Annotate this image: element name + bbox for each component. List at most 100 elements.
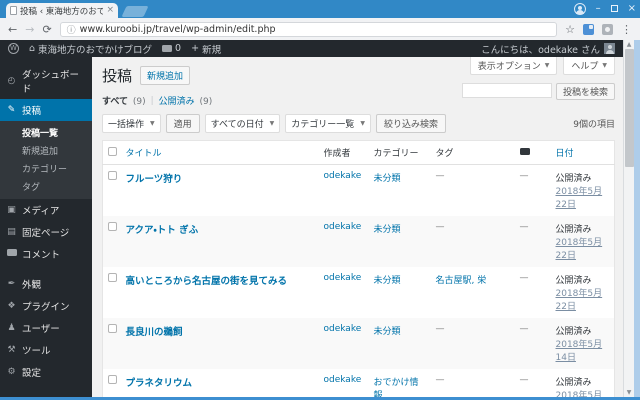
post-date-link[interactable]: 2018年5月22日 xyxy=(556,238,603,261)
post-author-link[interactable]: odekake xyxy=(324,273,362,283)
date-filter-select[interactable]: すべての日付 ▼ xyxy=(204,114,281,133)
no-comments-dash: — xyxy=(519,324,529,334)
select-row-checkbox[interactable] xyxy=(108,375,117,384)
bulk-actions-select[interactable]: 一括操作 ▼ xyxy=(102,114,161,133)
wp-admin-bar: W ⌂ 東海地方のおでかけブログ 0 + 新規 こんにちは、odekake さん xyxy=(0,40,623,57)
tab-title: 投稿 ‹ 東海地方のおでかけ xyxy=(20,6,104,17)
chevron-down-icon: ▼ xyxy=(544,62,550,69)
user-avatar xyxy=(604,43,615,54)
screenshot-extension-icon[interactable] xyxy=(602,23,613,35)
scroll-up-icon[interactable]: ▲ xyxy=(627,40,632,49)
maximize-button[interactable] xyxy=(610,5,618,12)
post-status: 公開済み xyxy=(555,378,592,388)
submenu-item-タグ[interactable]: タグ xyxy=(0,177,92,195)
post-row: アクア・トト ぎふ odekake 未分類 — — 公開済み 2018年5月22日 xyxy=(102,216,615,267)
post-date-link[interactable]: 2018年5月22日 xyxy=(556,289,603,312)
admin-bar-site-name[interactable]: ⌂ 東海地方のおでかけブログ xyxy=(29,42,152,56)
close-button[interactable]: × xyxy=(628,3,636,14)
post-category-link[interactable]: 未分類 xyxy=(374,327,401,337)
site-info-icon[interactable]: ⓘ xyxy=(67,23,76,36)
help-button[interactable]: ヘルプ ▼ xyxy=(563,57,615,75)
reload-icon[interactable]: ⟳ xyxy=(42,24,51,35)
post-author-link[interactable]: odekake xyxy=(324,375,362,385)
apply-button[interactable]: 適用 xyxy=(165,114,200,133)
screen-options-button[interactable]: 表示オプション ▼ xyxy=(469,57,558,75)
minimize-button[interactable]: – xyxy=(596,3,601,14)
post-title-link[interactable]: 高いところから名古屋の街を見てみる xyxy=(126,276,288,287)
admin-bar-greeting[interactable]: こんにちは、odekake さん xyxy=(481,42,600,56)
select-row-checkbox[interactable] xyxy=(108,273,117,282)
chevron-down-icon: ▼ xyxy=(360,120,365,127)
post-title-link[interactable]: 長良川の鵜飼 xyxy=(126,327,183,338)
new-tab-button[interactable] xyxy=(121,6,149,17)
no-tags-dash: — xyxy=(435,375,445,385)
post-tags-link[interactable]: 名古屋駅, 栄 xyxy=(436,276,487,286)
post-title-link[interactable]: フルーツ狩り xyxy=(126,174,183,185)
admin-bar-comments[interactable]: 0 xyxy=(162,43,181,54)
select-row-checkbox[interactable] xyxy=(108,222,117,231)
select-all-checkbox[interactable] xyxy=(108,146,117,156)
submenu-item-投稿一覧[interactable]: 投稿一覧 xyxy=(0,123,92,141)
sidebar-item-dashboard[interactable]: ◴ ダッシュボード xyxy=(0,63,92,99)
comments-column-icon xyxy=(519,147,530,155)
sidebar-item-settings[interactable]: ⚙ 設定 xyxy=(0,361,92,383)
forward-icon[interactable]: → xyxy=(25,24,34,35)
post-author-link[interactable]: odekake xyxy=(324,171,362,181)
post-category-link[interactable]: おでかけ情報 xyxy=(374,378,419,397)
sidebar-item-plugins[interactable]: ❖ プラグイン xyxy=(0,295,92,317)
dashboard-icon: ◴ xyxy=(7,76,16,86)
scrollbar-thumb[interactable] xyxy=(625,49,634,167)
post-author-link[interactable]: odekake xyxy=(324,324,362,334)
no-comments-dash: — xyxy=(519,375,529,385)
page-scrollbar[interactable]: ▲ ▼ xyxy=(623,40,634,397)
extension-icon[interactable] xyxy=(583,23,594,35)
scroll-down-icon[interactable]: ▼ xyxy=(627,388,632,397)
browser-profile-icon[interactable] xyxy=(573,2,586,15)
post-author-link[interactable]: odekake xyxy=(324,222,362,232)
wordpress-logo-icon[interactable]: W xyxy=(8,43,19,54)
sidebar-item-comments[interactable]: コメント xyxy=(0,243,92,265)
post-category-link[interactable]: 未分類 xyxy=(374,174,401,184)
post-title-link[interactable]: アクア・トト ぎふ xyxy=(126,225,199,236)
search-posts-button[interactable]: 投稿を検索 xyxy=(555,83,615,100)
post-title-link[interactable]: プラネタリウム xyxy=(126,378,193,389)
sidebar-item-users[interactable]: ♟ ユーザー xyxy=(0,317,92,339)
category-filter-select[interactable]: カテゴリー一覧 ▼ xyxy=(285,114,371,133)
search-input[interactable] xyxy=(461,83,552,98)
column-header-date[interactable]: 日付 xyxy=(550,140,615,165)
admin-bar-new-content[interactable]: + 新規 xyxy=(191,42,221,56)
column-header-title[interactable]: タイトル xyxy=(120,140,319,165)
sidebar-item-posts[interactable]: ✎ 投稿 xyxy=(0,99,98,121)
browser-menu-icon[interactable]: ⋮ xyxy=(621,24,632,35)
chevron-down-icon: ▼ xyxy=(150,120,155,127)
view-filter-0[interactable]: すべて (9) xyxy=(102,94,146,107)
sidebar-item-tools[interactable]: ⚒ ツール xyxy=(0,339,92,361)
sidebar-item-appearance[interactable]: ✒ 外観 xyxy=(0,273,92,295)
submenu-item-カテゴリー[interactable]: カテゴリー xyxy=(0,159,92,177)
add-new-post-button[interactable]: 新規追加 xyxy=(140,66,191,85)
no-comments-dash: — xyxy=(519,222,529,232)
post-date-link[interactable]: 2018年5月14日 xyxy=(556,340,603,363)
sidebar-item-pages[interactable]: ▤ 固定ページ xyxy=(0,221,92,243)
sidebar-item-media[interactable]: ▣ メディア xyxy=(0,199,92,221)
submenu-item-新規追加[interactable]: 新規追加 xyxy=(0,141,92,159)
select-row-checkbox[interactable] xyxy=(108,171,117,180)
tab-close-icon[interactable]: × xyxy=(106,6,114,15)
column-header-tags: タグ xyxy=(430,140,515,165)
sidebar-item-label: ユーザー xyxy=(22,324,60,335)
table-nav: 一括操作 ▼ 適用 すべての日付 ▼ カテゴリー一覧 ▼ 絞り込み検索 9個の項目 xyxy=(102,114,615,133)
filter-button[interactable]: 絞り込み検索 xyxy=(375,114,446,133)
bookmark-star-icon[interactable]: ☆ xyxy=(565,24,575,35)
post-category-link[interactable]: 未分類 xyxy=(374,225,401,235)
post-date-link[interactable]: 2018年5月22日 xyxy=(556,187,603,210)
media-icon: ▣ xyxy=(7,205,16,215)
post-status: 公開済み xyxy=(555,174,592,184)
view-filter-1[interactable]: 公開済み (9) xyxy=(159,94,213,107)
address-bar[interactable]: ⓘ www.kuroobi.jp/travel/wp-admin/edit.ph… xyxy=(59,21,558,37)
post-row: プラネタリウムodekakeおでかけ情報——公開済み2018年5月14日 xyxy=(103,369,615,397)
browser-tab[interactable]: 投稿 ‹ 東海地方のおでかけ × xyxy=(6,3,118,18)
select-row-checkbox[interactable] xyxy=(108,324,117,333)
post-category-link[interactable]: 未分類 xyxy=(374,276,401,286)
back-icon[interactable]: ← xyxy=(8,24,17,35)
page-favicon-icon xyxy=(10,6,17,15)
